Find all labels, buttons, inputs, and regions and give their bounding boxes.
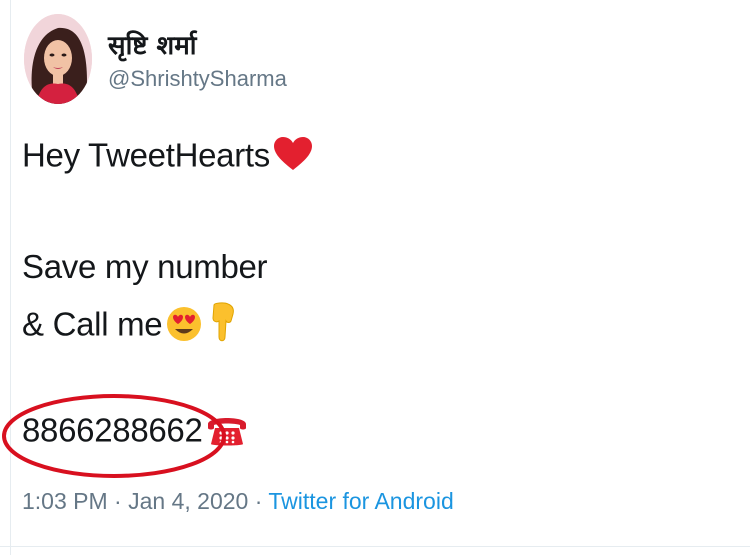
display-name[interactable]: सृष्टि शर्मा (108, 26, 197, 62)
tweet-text-line-3: & Call me (22, 301, 240, 353)
meta-separator: · (114, 488, 122, 514)
tweet-metadata: 1:03 PM · Jan 4, 2020 · Twitter for Andr… (22, 488, 454, 515)
backhand-pointing-down-icon (206, 301, 240, 353)
red-heart-icon (272, 136, 314, 180)
tweet-text-line-1: Hey TweetHearts (22, 136, 314, 180)
tweet-source-link[interactable]: Twitter for Android (268, 488, 453, 514)
tweet-text-greeting: Hey TweetHearts (22, 136, 270, 174)
avatar[interactable] (24, 14, 92, 104)
meta-separator: · (254, 488, 263, 514)
tweet-text-line-2: Save my number (22, 248, 268, 285)
annotation-circle (2, 394, 226, 478)
tweet-time[interactable]: 1:03 PM (22, 488, 108, 514)
bottom-divider (0, 546, 750, 547)
tweet-date[interactable]: Jan 4, 2020 (128, 488, 248, 514)
heart-eyes-emoji-icon (164, 303, 204, 351)
profile-photo (24, 14, 92, 104)
user-handle[interactable]: @ShrishtySharma (108, 66, 287, 92)
tweet-text-call: & Call me (22, 305, 163, 343)
